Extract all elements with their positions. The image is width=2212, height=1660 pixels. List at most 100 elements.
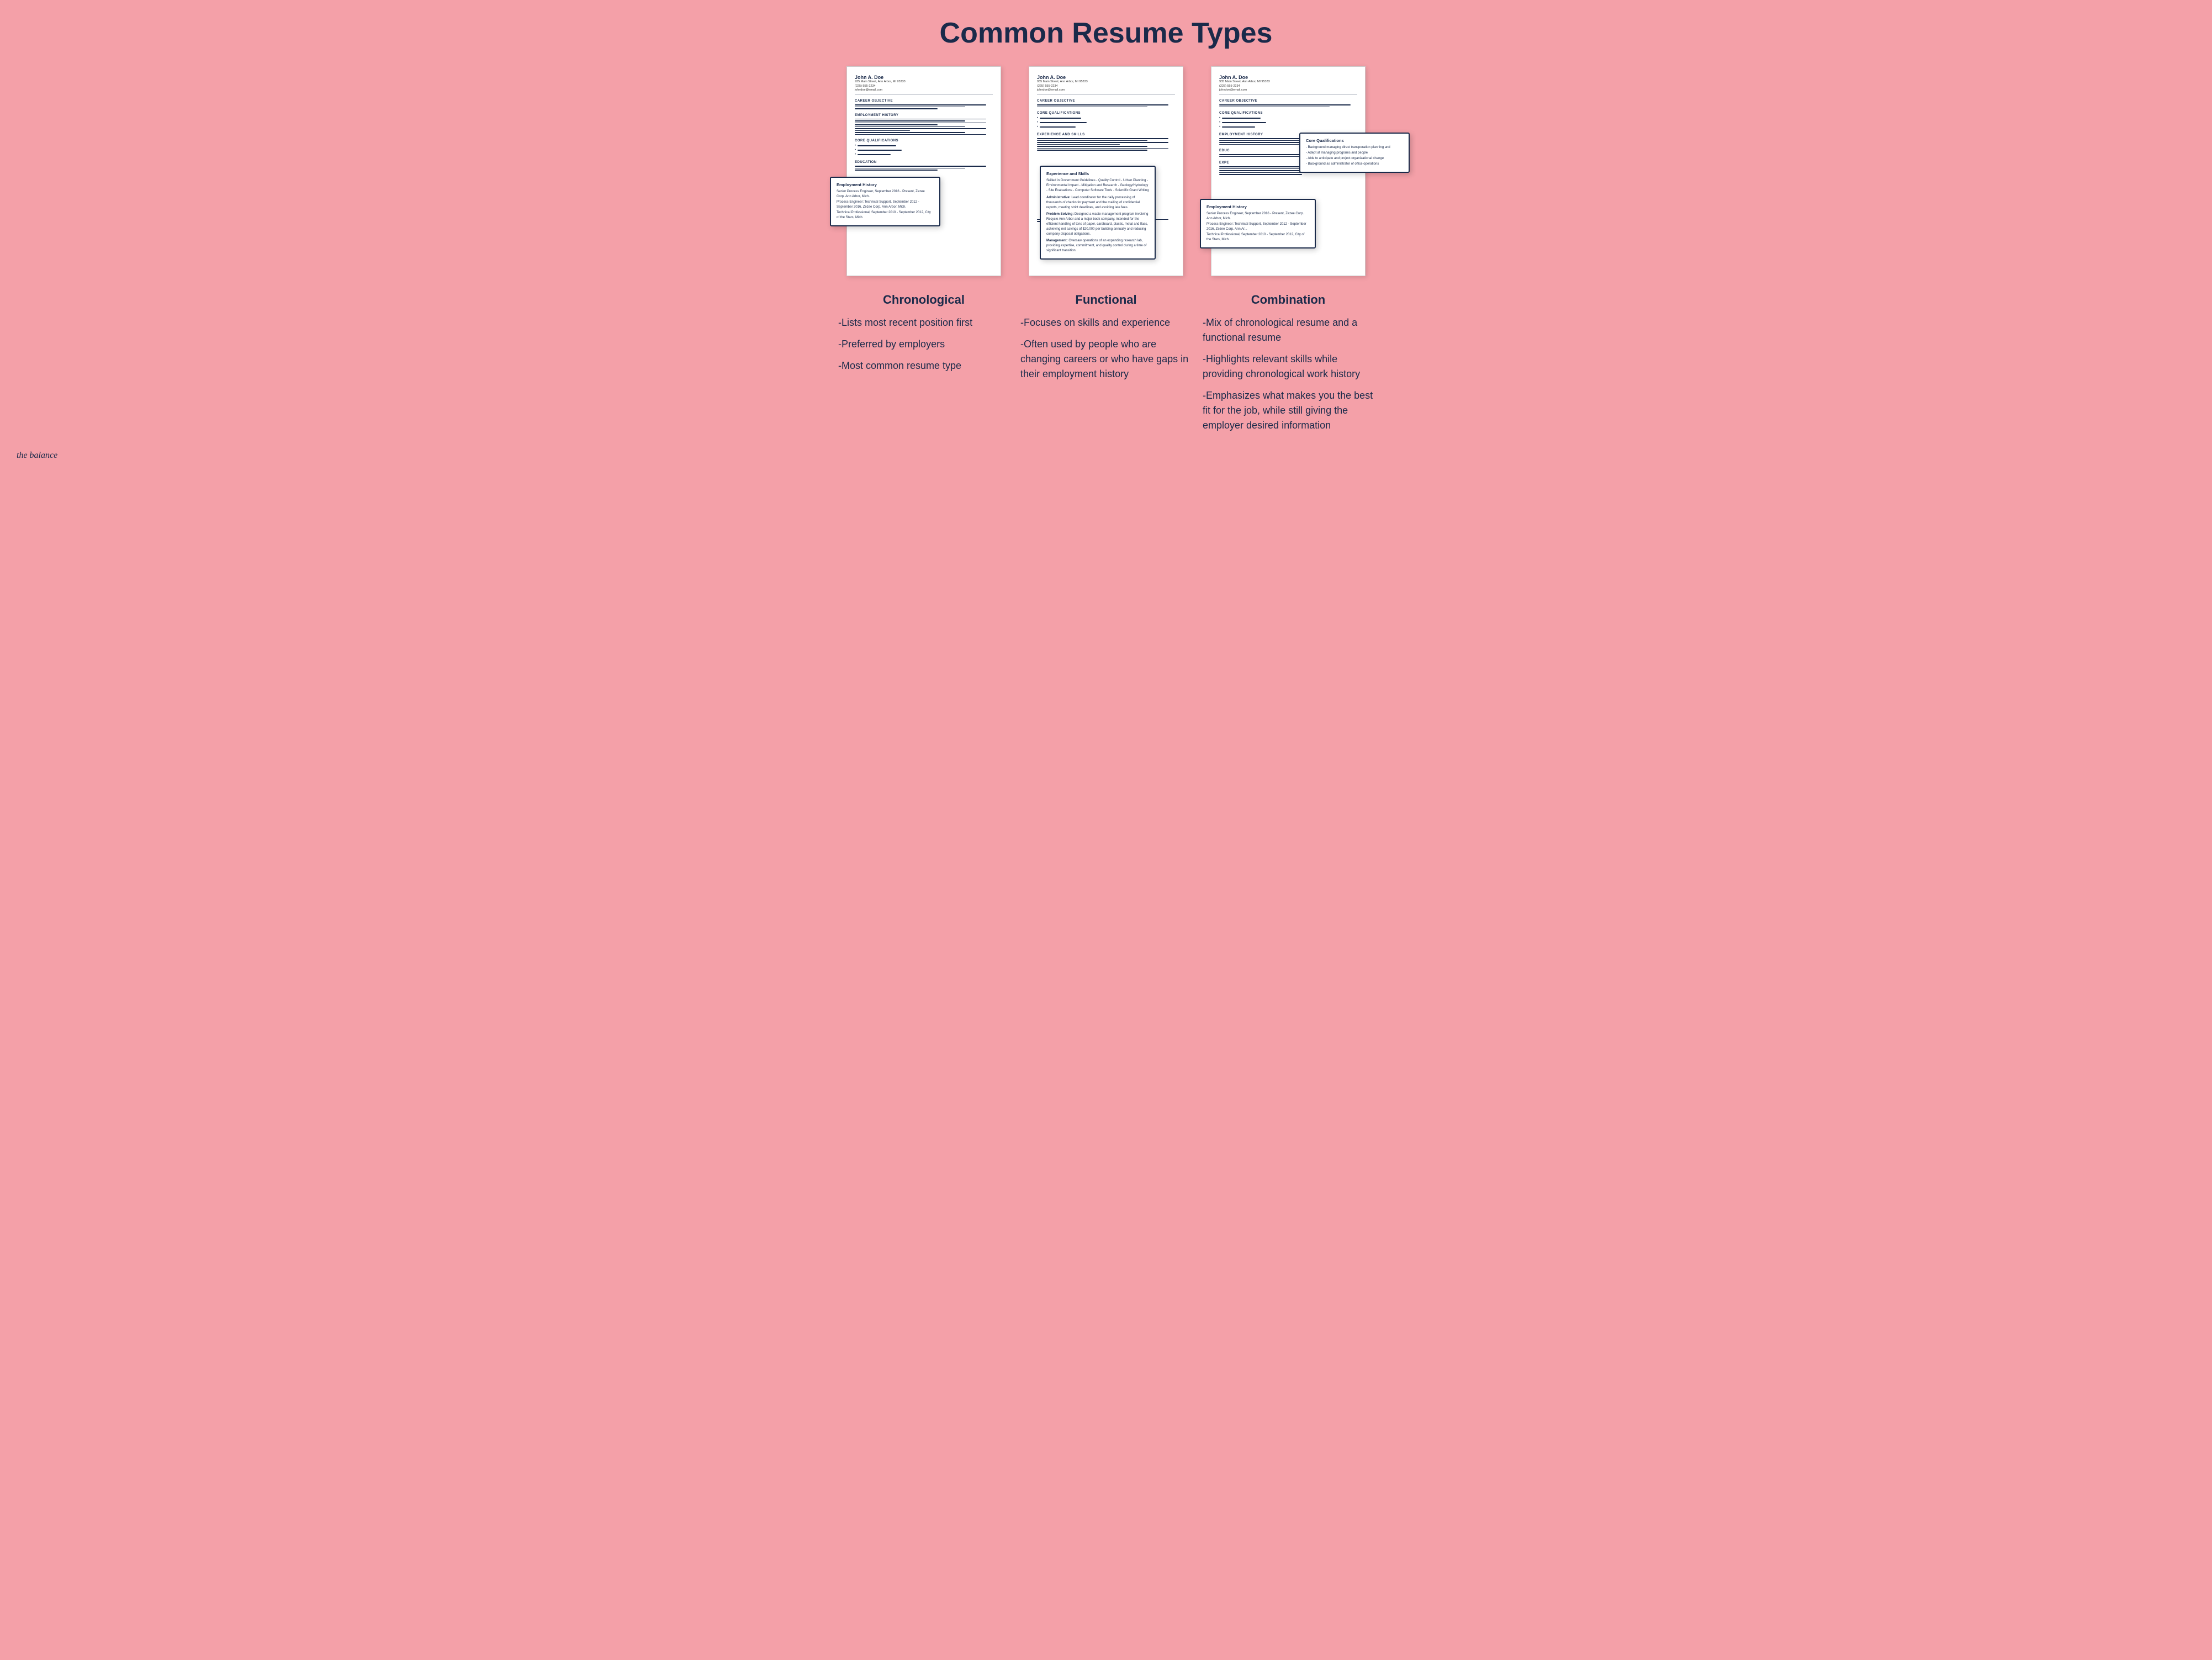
callout-core-line4: - Background as administrator of office … xyxy=(1306,162,1403,167)
callout-exp-mgmt: Management: Oversaw operations of an exp… xyxy=(1046,239,1149,253)
combination-description: Combination -Mix of chronological resume… xyxy=(1203,293,1374,440)
callout-employment-title: Employment History xyxy=(837,182,934,187)
combo-desc-title: Combination xyxy=(1203,293,1374,307)
chron-desc-title: Chronological xyxy=(838,293,1009,307)
chron-emp-line8 xyxy=(855,132,965,133)
callout-emp-combo-line1: Senior Process Engineer, September 2016 … xyxy=(1206,212,1309,221)
chron-qual-bullet1 xyxy=(855,144,993,147)
combo-email: johndoe@email.com xyxy=(1219,88,1357,93)
combo-obj-line1 xyxy=(1219,104,1351,105)
func-exp-line3 xyxy=(1037,142,1168,143)
chron-core-qual-title: CORE QUALIFICATIONS xyxy=(855,139,993,142)
combo-obj-line2 xyxy=(1219,107,1330,108)
chron-phone: (225) 555-2234 xyxy=(855,84,993,89)
chron-emp-line7 xyxy=(855,130,910,131)
combo-qual-line2 xyxy=(1222,122,1266,123)
callout-emp-combo-title: Employment History xyxy=(1206,204,1309,209)
func-desc-title: Functional xyxy=(1020,293,1192,307)
employment-history-callout: Employment History Senior Process Engine… xyxy=(830,177,940,226)
watermark-text: the balance xyxy=(17,451,57,460)
combo-address: 935 Main Street, Ann Arbor, MI 95333 xyxy=(1219,80,1357,84)
func-qual-bullet3 xyxy=(1037,125,1175,129)
chron-desc-item1: -Lists most recent position first xyxy=(838,315,1009,330)
callout-core-title: Core Qualifications xyxy=(1306,138,1403,143)
func-exp-line6 xyxy=(1037,148,1168,149)
chron-emp-line5 xyxy=(855,126,965,128)
func-email: johndoe@email.com xyxy=(1037,88,1175,93)
combo-edu-line2 xyxy=(1219,156,1302,157)
func-desc-item2: -Often used by people who are changing c… xyxy=(1020,337,1192,382)
func-exp-title: EXPERIENCE AND SKILLS xyxy=(1037,133,1175,136)
func-qual-bullet1 xyxy=(1037,117,1175,120)
func-qual-line3 xyxy=(1040,126,1076,128)
combo-name: John A. Doe xyxy=(1219,75,1357,80)
func-qual-line1 xyxy=(1040,118,1081,119)
combo-core-qual-title: CORE QUALIFICATIONS xyxy=(1219,112,1357,115)
func-qual-line2 xyxy=(1040,122,1087,123)
func-core-qual-title: CORE QUALIFICATIONS xyxy=(1037,112,1175,115)
chron-emp-line3 xyxy=(855,123,986,124)
chron-emp-line1 xyxy=(855,119,986,120)
descriptions-row: Chronological -Lists most recent positio… xyxy=(11,293,2201,440)
chron-desc-item3: -Most common resume type xyxy=(838,358,1009,373)
combo-phone: (225) 555-2234 xyxy=(1219,84,1357,89)
chron-emp-line9 xyxy=(855,134,986,135)
chron-career-obj-title: CAREER OBJECTIVE xyxy=(855,99,993,103)
combo-emp-line4 xyxy=(1219,144,1302,145)
combo-exp-line5 xyxy=(1219,174,1302,175)
combo-qual-line3 xyxy=(1222,126,1255,128)
functional-description: Functional -Focuses on skills and experi… xyxy=(1020,293,1192,440)
func-exp-line5 xyxy=(1037,146,1147,147)
func-address: 935 Main Street, Ann Arbor, MI 95333 xyxy=(1037,80,1175,84)
func-exp-line2 xyxy=(1037,140,1147,141)
func-name: John A. Doe xyxy=(1037,75,1175,80)
chron-edu-line3 xyxy=(855,170,938,171)
chron-obj-line1 xyxy=(855,104,986,105)
combo-qual-bullet3 xyxy=(1219,125,1357,129)
combo-career-obj-title: CAREER OBJECTIVE xyxy=(1219,99,1357,103)
chron-emp-line2 xyxy=(855,120,965,121)
callout-emp-combo-line3: Technical Professional, September 2010 -… xyxy=(1206,232,1309,242)
combo-desc-item2: -Highlights relevant skills while provid… xyxy=(1203,352,1374,382)
chron-address: 935 Main Street, Ann Arbor, MI 95333 xyxy=(855,80,993,84)
combination-resume-wrapper: Core Qualifications - Background managin… xyxy=(1211,66,1366,276)
chron-edu-line2 xyxy=(855,168,965,169)
chron-obj-line2 xyxy=(855,107,965,108)
chron-emp-hist-title: EMPLOYMENT HISTORY xyxy=(855,114,993,117)
combo-qual-bullet2 xyxy=(1219,121,1357,124)
resumes-row: Employment History Senior Process Engine… xyxy=(11,66,2201,276)
callout-exp-problem: Problem Solving: Designed a waste manage… xyxy=(1046,212,1149,237)
callout-core-line3: - Able to anticipate and project organiz… xyxy=(1306,156,1403,161)
chronological-description: Chronological -Lists most recent positio… xyxy=(838,293,1009,440)
callout-core-line2: - Adept at managing programs and people xyxy=(1306,151,1403,156)
chronological-resume-wrapper: Employment History Senior Process Engine… xyxy=(846,66,1001,276)
page-title: Common Resume Types xyxy=(11,17,2201,50)
combo-desc-item1: -Mix of chronological resume and a funct… xyxy=(1203,315,1374,345)
chron-qual-line2 xyxy=(858,150,902,151)
combo-qual-bullet1 xyxy=(1219,117,1357,120)
chron-desc-item2: -Preferred by employers xyxy=(838,337,1009,352)
chronological-column: Employment History Senior Process Engine… xyxy=(838,66,1009,276)
chron-qual-line3 xyxy=(858,154,891,155)
func-obj-line2 xyxy=(1037,107,1147,108)
chron-email: johndoe@email.com xyxy=(855,88,993,93)
combination-column: Core Qualifications - Background managin… xyxy=(1203,66,1374,276)
chron-emp-line6 xyxy=(855,128,986,129)
func-obj-line1 xyxy=(1037,104,1168,105)
func-qual-bullet2 xyxy=(1037,121,1175,124)
callout-core-line1: - Background managing direct transporati… xyxy=(1306,145,1403,150)
chron-qual-bullet2 xyxy=(855,149,993,152)
callout-employment-line2: Process Engineer: Technical Support, Sep… xyxy=(837,200,934,210)
callout-exp-title: Experience and Skills xyxy=(1046,171,1149,176)
chron-obj-line3 xyxy=(855,108,938,109)
callout-employment-line1: Senior Process Engineer, September 2016 … xyxy=(837,189,934,199)
chron-qual-line1 xyxy=(858,145,896,146)
chron-edu-line1 xyxy=(855,166,986,167)
chron-emp-line4 xyxy=(855,124,938,125)
callout-exp-admin: Administrative: Lead coordinator for the… xyxy=(1046,195,1149,210)
combo-desc-item3: -Emphasizes what makes you the best fit … xyxy=(1203,388,1374,433)
func-desc-item1: -Focuses on skills and experience xyxy=(1020,315,1192,330)
experience-skills-callout: Experience and Skills Skilled in Governm… xyxy=(1040,166,1156,260)
func-career-obj-title: CAREER OBJECTIVE xyxy=(1037,99,1175,103)
callout-emp-combo-line2: Process Engineer: Technical Support, Sep… xyxy=(1206,222,1309,232)
